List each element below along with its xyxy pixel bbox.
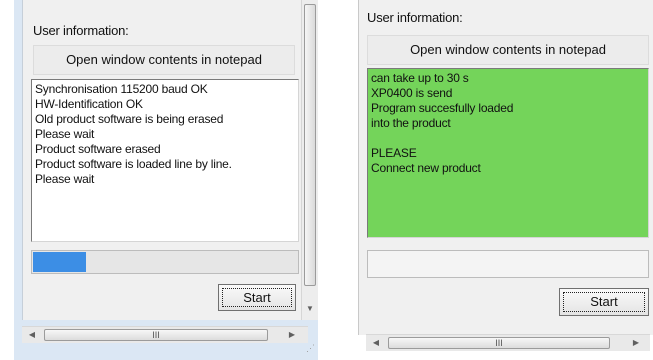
log-line: Please wait <box>35 172 95 186</box>
left-window-panel: User information: Open window contents i… <box>14 0 318 360</box>
log-line: Please wait <box>35 127 95 141</box>
right-window-panel: User information: Open window contents i… <box>354 0 653 360</box>
log-line: Connect new product <box>371 161 481 175</box>
log-line: Program succesfully loaded <box>371 101 514 115</box>
start-button[interactable]: Start <box>559 288 649 316</box>
resize-grip-icon[interactable]: ⋰ <box>306 343 316 353</box>
start-button[interactable]: Start <box>218 284 296 311</box>
progress-bar <box>367 250 649 278</box>
log-line: HW-Identification OK <box>35 97 143 111</box>
log-line: into the product <box>371 116 451 130</box>
user-information-textbox[interactable]: can take up to 30 s XP0400 is send Program… <box>367 68 649 238</box>
right-arrow-icon[interactable]: ▶ <box>628 335 644 351</box>
progress-bar-fill <box>33 252 86 272</box>
user-information-label: User information: <box>33 23 129 38</box>
log-line: Synchronisation 115200 baud OK <box>35 82 208 96</box>
start-button-label: Start <box>243 290 271 305</box>
log-line: Product software is loaded line by line. <box>35 157 232 171</box>
log-line: can take up to 30 s <box>371 71 469 85</box>
down-arrow-icon[interactable]: ▼ <box>302 302 318 316</box>
open-in-notepad-button[interactable]: Open window contents in notepad <box>33 45 295 75</box>
left-arrow-icon[interactable]: ◀ <box>24 327 40 343</box>
progress-bar <box>31 250 299 274</box>
horizontal-scrollbar[interactable]: ◀ III ▶ <box>22 326 308 343</box>
start-button-label: Start <box>590 294 618 309</box>
log-line: Product software erased <box>35 142 161 156</box>
vertical-scrollbar[interactable]: ▼ <box>301 0 318 320</box>
log-line: XP0400 is send <box>371 86 453 100</box>
left-arrow-icon[interactable]: ◀ <box>368 335 384 351</box>
right-arrow-icon[interactable]: ▶ <box>284 327 300 343</box>
log-line: PLEASE <box>371 146 417 160</box>
horizontal-scroll-thumb[interactable]: III <box>388 337 610 349</box>
log-line: Old product software is being erased <box>35 112 224 126</box>
vertical-scroll-thumb[interactable] <box>304 4 316 286</box>
user-information-label: User information: <box>367 10 463 25</box>
user-information-textbox[interactable]: Synchronisation 115200 baud OK HW-Identif… <box>31 79 299 242</box>
open-in-notepad-button[interactable]: Open window contents in notepad <box>367 35 649 65</box>
right-panel-content: User information: Open window contents i… <box>358 0 653 335</box>
horizontal-scroll-thumb[interactable]: III <box>44 329 268 341</box>
left-panel-content: User information: Open window contents i… <box>22 0 302 320</box>
horizontal-scrollbar[interactable]: ◀ III ▶ <box>366 334 650 351</box>
